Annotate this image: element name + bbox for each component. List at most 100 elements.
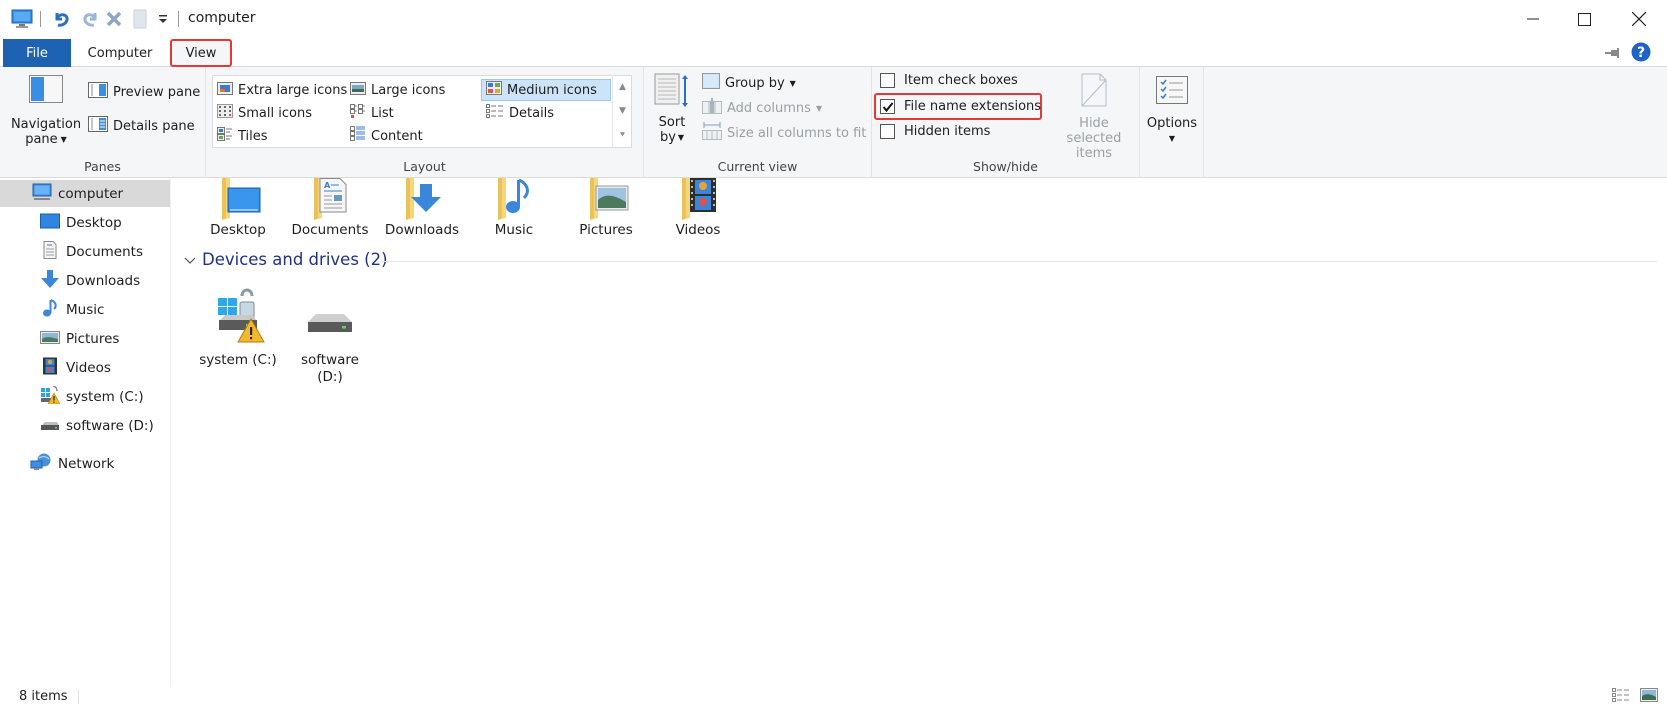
scroll-up-icon[interactable]: ▲ — [619, 82, 626, 92]
drive-label-c: system (C:) — [199, 352, 277, 368]
group-label-panes: Panes — [84, 159, 121, 174]
options-label: Options — [1146, 116, 1198, 131]
dropdown-arrow-icon: ▼ — [60, 135, 67, 144]
folder-pictures[interactable]: Pictures — [560, 178, 652, 250]
folder-desktop[interactable]: Desktop — [192, 178, 284, 250]
tab-computer[interactable]: Computer — [78, 39, 162, 67]
desktop-folder-icon — [214, 178, 262, 224]
pin-ribbon-icon[interactable] — [1605, 47, 1621, 62]
close-button[interactable] — [1611, 0, 1667, 38]
drive-label-d: software — [301, 352, 359, 368]
folder-music[interactable]: Music — [468, 178, 560, 250]
drive-system-c[interactable]: system (C:) — [192, 286, 284, 369]
layout-gallery-scroll[interactable]: ▲ ▼ ⯆ — [612, 75, 632, 148]
nav-item-desktop[interactable]: Desktop — [0, 209, 170, 236]
help-icon[interactable]: ? — [1631, 42, 1651, 66]
sort-by-label-2: by — [659, 130, 676, 145]
checkbox-unchecked[interactable] — [880, 124, 895, 139]
add-columns-icon — [702, 98, 722, 118]
tiles-icon — [217, 127, 233, 145]
layout-content[interactable]: Content — [350, 126, 423, 146]
group-label-show-hide: Show/hide — [973, 159, 1038, 174]
nav-item-computer[interactable]: computer — [0, 180, 170, 207]
nav-item-pictures[interactable]: Pictures — [0, 325, 170, 352]
details-pane-button[interactable]: Details pane — [88, 116, 195, 136]
system-drive-icon — [40, 384, 61, 408]
content-icon — [350, 126, 366, 146]
preview-pane-button[interactable]: Preview pane — [88, 82, 200, 102]
folder-documents[interactable]: A Documents — [284, 178, 376, 250]
group-label-layout: Layout — [403, 159, 446, 174]
checkbox-unchecked[interactable] — [880, 73, 895, 88]
details-view-button[interactable] — [1610, 687, 1632, 707]
layout-tiles[interactable]: Tiles — [217, 126, 268, 146]
checkbox-checked[interactable] — [880, 99, 895, 114]
layout-extra-large-icons[interactable]: Extra large icons — [217, 80, 347, 100]
item-check-boxes-toggle[interactable]: Item check boxes — [880, 73, 1018, 88]
nav-item-system-c[interactable]: system (C:) — [0, 383, 170, 410]
devices-and-drives-header[interactable]: Devices and drives (2) — [184, 250, 388, 269]
nav-item-music[interactable]: Music — [0, 296, 170, 323]
documents-folder-icon: A — [306, 178, 354, 224]
nav-item-software-d[interactable]: software (D:) — [0, 412, 170, 439]
navigation-pane-icon — [29, 75, 63, 107]
file-name-extensions-toggle[interactable]: File name extensions — [880, 99, 1041, 114]
sort-by-button[interactable]: Sort by ▼ — [654, 73, 690, 145]
tab-file[interactable]: File — [3, 39, 71, 67]
navigation-pane: computer Desktop Documents Downloads Mus… — [0, 178, 171, 685]
nav-item-downloads[interactable]: Downloads — [0, 267, 170, 294]
layout-gallery: Extra large icons Large icons Medium ico… — [212, 75, 632, 148]
group-by-button[interactable]: Group by ▼ — [702, 73, 796, 93]
hidden-items-toggle[interactable]: Hidden items — [880, 124, 990, 139]
ribbon-tabs: File Computer View — [0, 38, 1667, 67]
desktop-icon — [40, 213, 60, 233]
layout-small-icons[interactable]: Small icons — [217, 103, 312, 123]
dropdown-arrow-icon: ▼ — [677, 133, 685, 142]
nav-item-documents[interactable]: Documents — [0, 238, 170, 265]
group-by-icon — [702, 73, 720, 93]
size-all-columns-button[interactable]: Size all columns to fit — [702, 122, 866, 144]
hide-selected-items-button[interactable]: Hide selected items — [1050, 73, 1138, 161]
add-columns-button[interactable]: Add columns ▼ — [702, 98, 822, 118]
drive-icon — [300, 286, 360, 348]
undo-icon[interactable] — [52, 8, 72, 30]
chevron-down-icon[interactable] — [184, 250, 196, 269]
videos-folder-icon — [674, 178, 722, 224]
nav-item-network[interactable]: Network — [0, 450, 170, 477]
layout-medium-icons[interactable]: Medium icons — [481, 79, 611, 101]
ribbon-group-show-hide: Item check boxes File name extensions Hi… — [872, 67, 1140, 178]
drive-software-d[interactable]: software (D:) — [284, 286, 376, 386]
new-folder-icon[interactable] — [133, 8, 147, 30]
ribbon-group-panes: Navigation pane ▼ Preview pane Details p… — [0, 67, 206, 178]
videos-icon — [40, 357, 60, 379]
medium-icons-icon — [486, 81, 502, 99]
layout-details[interactable]: Details — [481, 103, 554, 123]
nav-item-videos[interactable]: Videos — [0, 354, 170, 381]
options-button[interactable]: Options ▼ — [1144, 76, 1200, 146]
customize-dropdown-icon[interactable] — [158, 8, 168, 30]
preview-pane-icon — [88, 82, 108, 102]
minimize-button[interactable] — [1505, 0, 1561, 38]
redo-icon[interactable] — [80, 8, 100, 30]
ribbon-group-options: Options ▼ — [1140, 67, 1204, 178]
details-pane-icon — [88, 116, 108, 136]
folder-videos[interactable]: Videos — [652, 178, 744, 250]
details-view-icon — [1612, 688, 1630, 706]
ribbon-right-controls: ? — [1605, 42, 1651, 66]
layout-large-icons[interactable]: Large icons — [350, 80, 445, 100]
pictures-folder-icon — [582, 178, 630, 224]
dropdown-arrow-icon: ▼ — [789, 78, 796, 88]
expand-gallery-icon[interactable]: ⯆ — [619, 131, 626, 141]
layout-list[interactable]: List — [350, 103, 394, 123]
delete-icon[interactable] — [105, 8, 123, 30]
folder-downloads[interactable]: Downloads — [376, 178, 468, 250]
title-bar: computer — [0, 0, 1667, 38]
extra-large-icons-icon — [217, 81, 233, 99]
scroll-down-icon[interactable]: ▼ — [619, 106, 626, 116]
group-divider — [382, 261, 1657, 262]
large-icons-view-button[interactable] — [1638, 687, 1660, 707]
status-bar: 8 items — [0, 685, 1667, 709]
tab-view[interactable]: View — [170, 39, 232, 67]
maximize-button[interactable] — [1556, 0, 1612, 38]
navigation-pane-button[interactable]: Navigation pane ▼ — [6, 75, 86, 147]
